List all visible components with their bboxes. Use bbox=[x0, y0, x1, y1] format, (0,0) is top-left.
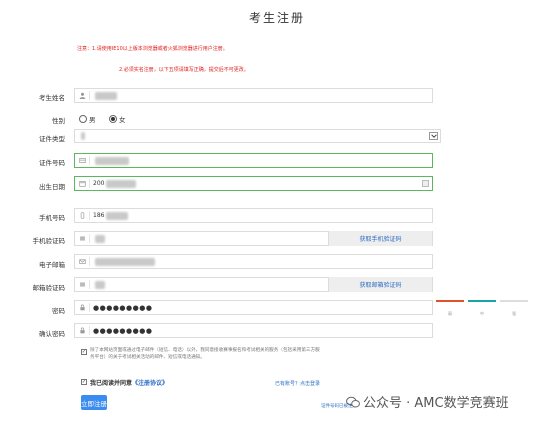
gender-label: 性别 bbox=[52, 117, 65, 125]
login-link[interactable]: 已有账号？点击登录 bbox=[275, 380, 320, 387]
wechat-icon bbox=[346, 396, 360, 408]
register-button[interactable]: 立即注册 bbox=[81, 395, 107, 410]
page-title: 考生注册 bbox=[248, 11, 305, 25]
birthdate-field[interactable]: 200 bbox=[74, 176, 433, 191]
strength-strong-bar bbox=[500, 300, 528, 302]
phone-label: 手机号码 bbox=[39, 214, 65, 222]
confirm-password-field[interactable]: ●●●●●●●●● bbox=[74, 323, 433, 338]
password-label: 密码 bbox=[52, 307, 65, 315]
name-field[interactable] bbox=[74, 88, 433, 103]
phone-field[interactable]: 186 bbox=[74, 208, 433, 223]
notice-line-1: 注意：1.请使用IE10以上版本浏览器或者火狐浏览器进行用户注册。 bbox=[77, 46, 228, 52]
key-icon bbox=[75, 278, 89, 291]
consent-checkbox[interactable]: ✓ bbox=[81, 349, 87, 355]
name-label: 考生姓名 bbox=[39, 94, 65, 102]
id-card-icon bbox=[75, 154, 89, 167]
sms-code-label: 手机验证码 bbox=[32, 237, 66, 245]
agreement-link[interactable]: 《注册协议》 bbox=[132, 380, 168, 387]
watermark: 公众号 · AMC数学竞赛班 bbox=[346, 392, 509, 411]
id-number-field[interactable] bbox=[74, 153, 433, 168]
email-label: 电子邮箱 bbox=[39, 261, 65, 269]
strength-weak-label: 弱 bbox=[448, 311, 452, 316]
envelope-icon bbox=[75, 255, 89, 268]
phone-value: 186 bbox=[93, 212, 105, 219]
birthdate-label: 出生日期 bbox=[39, 183, 65, 191]
notice-line-2: 2.必须实名注册，以下五项请填写正确，提交后不可更改。 bbox=[119, 67, 249, 73]
agree-checkbox[interactable]: ✓ bbox=[81, 379, 87, 385]
birthdate-value: 200 bbox=[93, 180, 105, 187]
strength-medium-label: 中 bbox=[480, 311, 484, 316]
password-field[interactable]: ●●●●●●●●● bbox=[74, 300, 433, 315]
id-type-label: 证件类型 bbox=[39, 135, 65, 143]
strength-weak-bar bbox=[436, 300, 464, 302]
chevron-down-icon bbox=[429, 132, 438, 140]
id-type-select[interactable] bbox=[74, 129, 441, 143]
lock-icon bbox=[75, 301, 89, 314]
gender-male-radio[interactable]: 男 bbox=[79, 114, 96, 124]
gender-female-radio[interactable]: 女 bbox=[109, 114, 126, 124]
sms-code-field[interactable]: 获取手机验证码 bbox=[74, 231, 433, 246]
user-icon bbox=[75, 89, 89, 102]
strength-medium-bar bbox=[468, 300, 496, 302]
password-value: ●●●●●●●●● bbox=[93, 303, 153, 312]
agree-text: 我已阅读并同意《注册协议》 bbox=[90, 380, 169, 387]
confirm-password-value: ●●●●●●●●● bbox=[93, 326, 153, 335]
date-picker-icon[interactable] bbox=[422, 180, 429, 187]
email-code-field[interactable]: 获取邮箱验证码 bbox=[74, 277, 433, 292]
phone-icon bbox=[75, 209, 89, 222]
id-number-label: 证件号码 bbox=[39, 159, 65, 167]
calendar-icon bbox=[75, 177, 89, 190]
email-code-label: 邮箱验证码 bbox=[32, 284, 66, 292]
strength-strong-label: 强 bbox=[512, 311, 516, 316]
email-field[interactable] bbox=[74, 254, 433, 269]
get-email-code-button[interactable]: 获取邮箱验证码 bbox=[328, 277, 432, 292]
lock-icon bbox=[75, 324, 89, 337]
consent-text: 除了本网站页面或通过电子邮件（短信、电话）以外，我同意接收赛事报名和考试相关的服… bbox=[90, 348, 320, 360]
confirm-password-label: 确认密码 bbox=[39, 330, 65, 338]
key-icon bbox=[75, 232, 89, 245]
get-sms-code-button[interactable]: 获取手机验证码 bbox=[328, 231, 432, 246]
